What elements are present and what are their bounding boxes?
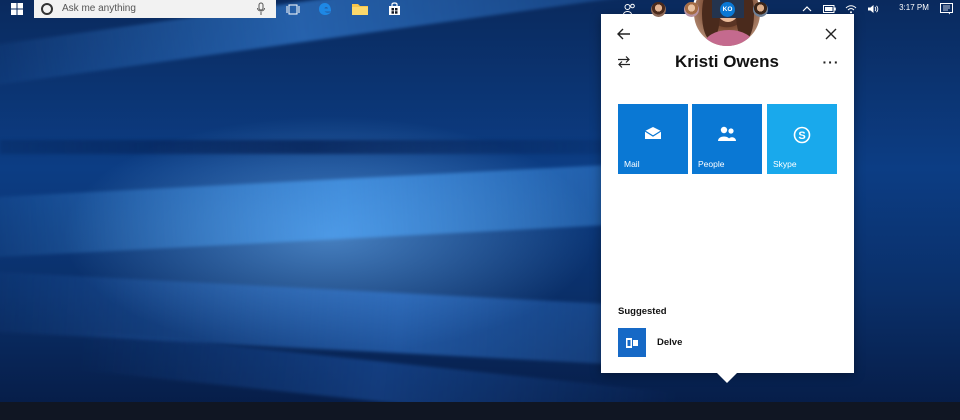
pinned-contact-avatar[interactable]	[651, 2, 666, 17]
show-hidden-icons-button[interactable]	[800, 2, 814, 16]
skype-tile-label: Skype	[773, 159, 797, 169]
close-button[interactable]	[821, 24, 841, 44]
skype-icon: S	[793, 126, 811, 144]
contact-card-pointer	[716, 372, 738, 383]
windows-logo-icon	[11, 3, 23, 15]
people-tile-label: People	[698, 159, 725, 169]
people-icon	[718, 126, 736, 141]
cortana-search-box[interactable]: Ask me anything	[34, 0, 276, 18]
switch-contact-button[interactable]	[614, 52, 634, 72]
suggested-item-delve[interactable]: Delve	[618, 328, 738, 357]
taskbar	[0, 402, 960, 420]
pinned-contact-avatar[interactable]	[684, 2, 699, 17]
microphone-icon[interactable]	[256, 2, 266, 16]
battery-button[interactable]	[822, 2, 836, 16]
mail-icon	[644, 127, 662, 139]
people-tile[interactable]: People	[692, 104, 762, 174]
wallpaper-dark-band	[0, 140, 620, 154]
speaker-icon	[868, 5, 879, 13]
back-arrow-icon	[617, 28, 630, 40]
start-button[interactable]	[6, 0, 28, 18]
close-icon	[825, 28, 837, 40]
edge-icon	[319, 3, 332, 15]
pinned-contact-ko[interactable]: KO	[720, 2, 735, 17]
mail-tile[interactable]: Mail	[618, 104, 688, 174]
battery-icon	[822, 5, 836, 13]
mail-tile-label: Mail	[624, 159, 640, 169]
people-outline-icon	[622, 3, 635, 15]
skype-tile[interactable]: S Skype	[767, 104, 837, 174]
store-bag-icon	[388, 2, 400, 15]
swap-arrows-icon	[618, 56, 630, 68]
wifi-icon	[845, 5, 857, 14]
contact-name: Kristi Owens	[675, 52, 779, 71]
back-button[interactable]	[614, 24, 634, 44]
delve-label: Delve	[657, 337, 683, 348]
delve-icon	[618, 328, 646, 357]
volume-button[interactable]	[866, 2, 880, 16]
task-view-icon	[286, 4, 300, 14]
taskbar-clock[interactable]: 3:17 PM	[892, 3, 936, 12]
folder-icon	[352, 4, 368, 15]
more-options-button[interactable]: ···	[821, 52, 841, 72]
network-button[interactable]	[844, 2, 858, 16]
suggested-heading: Suggested	[618, 306, 667, 317]
edge-browser-button[interactable]	[316, 0, 334, 18]
svg-text:S: S	[798, 130, 805, 142]
pinned-contact-avatar[interactable]	[753, 2, 768, 17]
people-button[interactable]	[621, 0, 637, 18]
file-explorer-button[interactable]	[350, 0, 370, 18]
cortana-icon	[41, 3, 53, 15]
action-center-icon[interactable]	[940, 3, 953, 15]
chevron-up-icon	[802, 6, 812, 12]
task-view-button[interactable]	[284, 0, 302, 18]
search-placeholder: Ask me anything	[62, 3, 136, 14]
store-button[interactable]	[386, 0, 402, 18]
